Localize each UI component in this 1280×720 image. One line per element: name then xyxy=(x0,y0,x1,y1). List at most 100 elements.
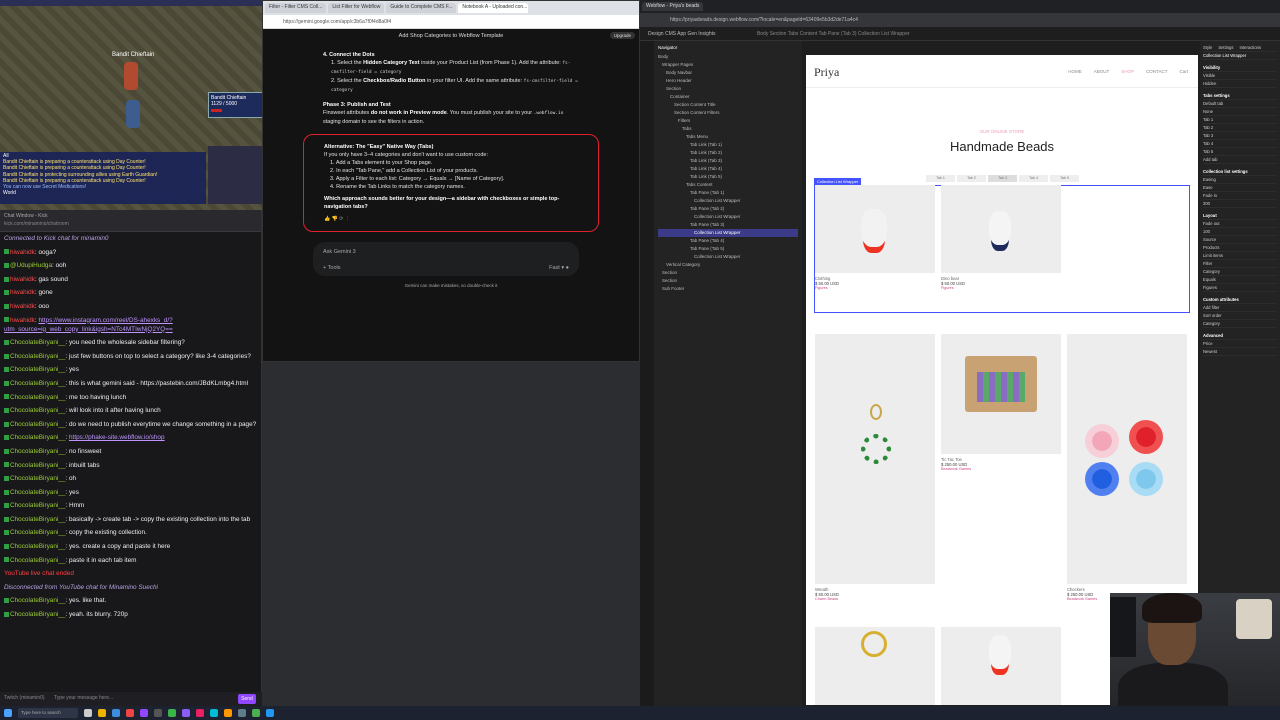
prompt-input[interactable]: Ask Gemini 3 + Tools Fast ▾ ● xyxy=(313,242,579,276)
browser-tab[interactable]: Guide to Complete CMS F... xyxy=(386,3,457,13)
navigator-item[interactable]: Body xyxy=(658,53,798,61)
webflow-url[interactable]: https://priyasbeads.design.webflow.com/?… xyxy=(640,13,1280,27)
navigator-item[interactable]: Sub Footer xyxy=(658,285,798,293)
chat-input[interactable]: Twitch (minamin0) Type your message here… xyxy=(0,692,262,706)
navigator-item[interactable]: Section xyxy=(658,269,798,277)
chat-username[interactable]: ChocolateBiryani__ xyxy=(10,434,65,441)
navigator-item[interactable]: Tab Pane (Tab 2) xyxy=(658,205,798,213)
chat-username[interactable]: ChocolateBiryani__ xyxy=(10,557,65,564)
chat-username[interactable]: hiwahidk xyxy=(10,317,35,324)
panel-field[interactable]: Tab 1 xyxy=(1203,116,1277,124)
navigator-item[interactable]: Vertical Category xyxy=(658,261,798,269)
breadcrumb[interactable]: Body Section Tabs Content Tab Pane (Tab … xyxy=(757,31,910,37)
chat-username[interactable]: @UdupiHudga xyxy=(10,262,52,269)
shop-tab-current[interactable]: Tab 3 xyxy=(988,175,1017,182)
navigator-item[interactable]: Body Navbar xyxy=(658,69,798,77)
navigator-item[interactable]: Tab Link (Tab 1) xyxy=(658,141,798,149)
twitch-icon[interactable] xyxy=(140,709,148,717)
product-image[interactable] xyxy=(815,627,935,705)
panel-field[interactable]: Source xyxy=(1203,236,1277,244)
panel-field[interactable]: Limit items xyxy=(1203,252,1277,260)
navigator-item[interactable]: Tabs Content xyxy=(658,181,798,189)
panel-field[interactable]: Visible xyxy=(1203,72,1277,80)
chat-username[interactable]: ChocolateBiryani__ xyxy=(10,543,65,550)
tools-button[interactable]: + Tools xyxy=(323,264,340,272)
mic-icon[interactable]: ● xyxy=(566,265,569,271)
panel-field[interactable]: Newest xyxy=(1203,348,1277,356)
site-nav-link[interactable]: CONTACT xyxy=(1146,69,1167,74)
shop-tab[interactable]: Tab 1 xyxy=(926,175,955,182)
conversation-title[interactable]: Add Shop Categories to Webflow Template xyxy=(263,33,639,39)
panel-field[interactable]: Ease xyxy=(1203,184,1277,192)
navigator-item[interactable]: Container xyxy=(658,93,798,101)
boss-sprite[interactable] xyxy=(124,62,138,90)
browser-tab-active[interactable]: Notebook A - Uploaded con... xyxy=(458,3,529,13)
panel-tab[interactable]: Interactions xyxy=(1239,45,1261,50)
browser-tab-active[interactable]: Webflow - Priya's beads xyxy=(642,2,704,11)
navigator-item[interactable]: Section xyxy=(658,277,798,285)
app-icon[interactable] xyxy=(210,709,218,717)
designer-modes[interactable]: Design CMS App Gen Insights xyxy=(648,31,716,37)
panel-section-heading[interactable]: Custom attributes xyxy=(1203,296,1277,304)
panel-field[interactable]: Figures xyxy=(1203,284,1277,292)
panel-field[interactable]: 100 xyxy=(1203,228,1277,236)
chat-username[interactable]: ChocolateBiryani__ xyxy=(10,462,65,469)
navigator-item[interactable]: Tabs xyxy=(658,125,798,133)
navigator-item[interactable]: Tab Pane (Tab 4) xyxy=(658,237,798,245)
navigator-item[interactable]: Tab Pane (Tab 1) xyxy=(658,189,798,197)
navigator-item[interactable]: Tab Link (Tab 2) xyxy=(658,149,798,157)
app-icon[interactable] xyxy=(266,709,274,717)
chat-username[interactable]: ChocolateBiryani__ xyxy=(10,366,65,373)
app-icon[interactable] xyxy=(182,709,190,717)
task-view-icon[interactable] xyxy=(84,709,92,717)
panel-field[interactable]: Fade in xyxy=(1203,192,1277,200)
product-card[interactable]: Tic Tac Toe $ 250.00 USD Beadwork Games xyxy=(941,334,1061,471)
chat-username[interactable]: hiwahidk xyxy=(10,303,35,310)
chat-username[interactable]: ChocolateBiryani__ xyxy=(10,489,65,496)
panel-field[interactable]: Filter xyxy=(1203,260,1277,268)
skill-icons[interactable] xyxy=(208,146,266,204)
navigator-item[interactable]: Hero Header xyxy=(658,77,798,85)
panel-field[interactable]: Tab 3 xyxy=(1203,132,1277,140)
navigator-item[interactable]: Tabs Menu xyxy=(658,133,798,141)
chat-username[interactable]: ChocolateBiryani__ xyxy=(10,611,65,618)
panel-field[interactable]: Equals xyxy=(1203,276,1277,284)
navigator-item[interactable]: Tab Link (Tab 4) xyxy=(658,165,798,173)
navigator-item[interactable]: Collection List Wrapper xyxy=(658,229,798,237)
panel-section-heading[interactable]: Visibility xyxy=(1203,64,1277,72)
response-actions[interactable]: 👍 👎 ⟳ ⋮ xyxy=(324,215,578,223)
gemini-url[interactable]: https://gemini.google.com/app/c3b6a7f0f4… xyxy=(263,15,639,29)
chat-username[interactable]: hiwahidk xyxy=(10,289,35,296)
chat-username[interactable]: hiwahidk xyxy=(10,249,35,256)
product-card[interactable]: Dino bear $ 50.00 USD Figures xyxy=(941,185,1061,290)
panel-tab[interactable]: Style xyxy=(1203,45,1212,50)
chat-username[interactable]: ChocolateBiryani__ xyxy=(10,475,65,482)
site-nav-link-active[interactable]: SHOP xyxy=(1121,69,1134,74)
navigator-item[interactable]: Section Content Title xyxy=(658,101,798,109)
panel-field[interactable]: Products xyxy=(1203,244,1277,252)
navigator-item[interactable]: Collection List Wrapper xyxy=(658,253,798,261)
panel-field[interactable]: Fade out xyxy=(1203,220,1277,228)
panel-section-heading[interactable]: Tabs settings xyxy=(1203,92,1277,100)
shop-tab[interactable]: Tab 5 xyxy=(1050,175,1079,182)
site-logo[interactable]: Priya xyxy=(814,65,839,80)
site-nav-link[interactable]: HOME xyxy=(1068,69,1082,74)
start-icon[interactable] xyxy=(4,709,12,717)
app-icon[interactable] xyxy=(238,709,246,717)
chat-username[interactable]: ChocolateBiryani__ xyxy=(10,353,65,360)
game-chat-tab-world[interactable]: World xyxy=(3,190,203,196)
chat-username[interactable]: ChocolateBiryani__ xyxy=(10,597,65,604)
site-nav-link[interactable]: ABOUT xyxy=(1094,69,1110,74)
player-sprite[interactable] xyxy=(126,100,140,128)
chat-username[interactable]: ChocolateBiryani__ xyxy=(10,448,65,455)
cart-link[interactable]: Cart xyxy=(1179,69,1188,74)
chat-username[interactable]: ChocolateBiryani__ xyxy=(10,516,65,523)
panel-section-heading[interactable]: Layout xyxy=(1203,212,1277,220)
product-card[interactable]: Wreath $ 50.00 USD Charm Beads xyxy=(815,334,935,601)
panel-field[interactable]: Add filter xyxy=(1203,304,1277,312)
chat-url[interactable]: kick.com/minamino/chatroom xyxy=(4,221,257,227)
obs-icon[interactable] xyxy=(154,709,162,717)
panel-section-heading[interactable]: Collection list settings xyxy=(1203,168,1277,176)
panel-section-heading[interactable]: Advanced xyxy=(1203,332,1277,340)
navigator-item[interactable]: Tab Link (Tab 5) xyxy=(658,173,798,181)
